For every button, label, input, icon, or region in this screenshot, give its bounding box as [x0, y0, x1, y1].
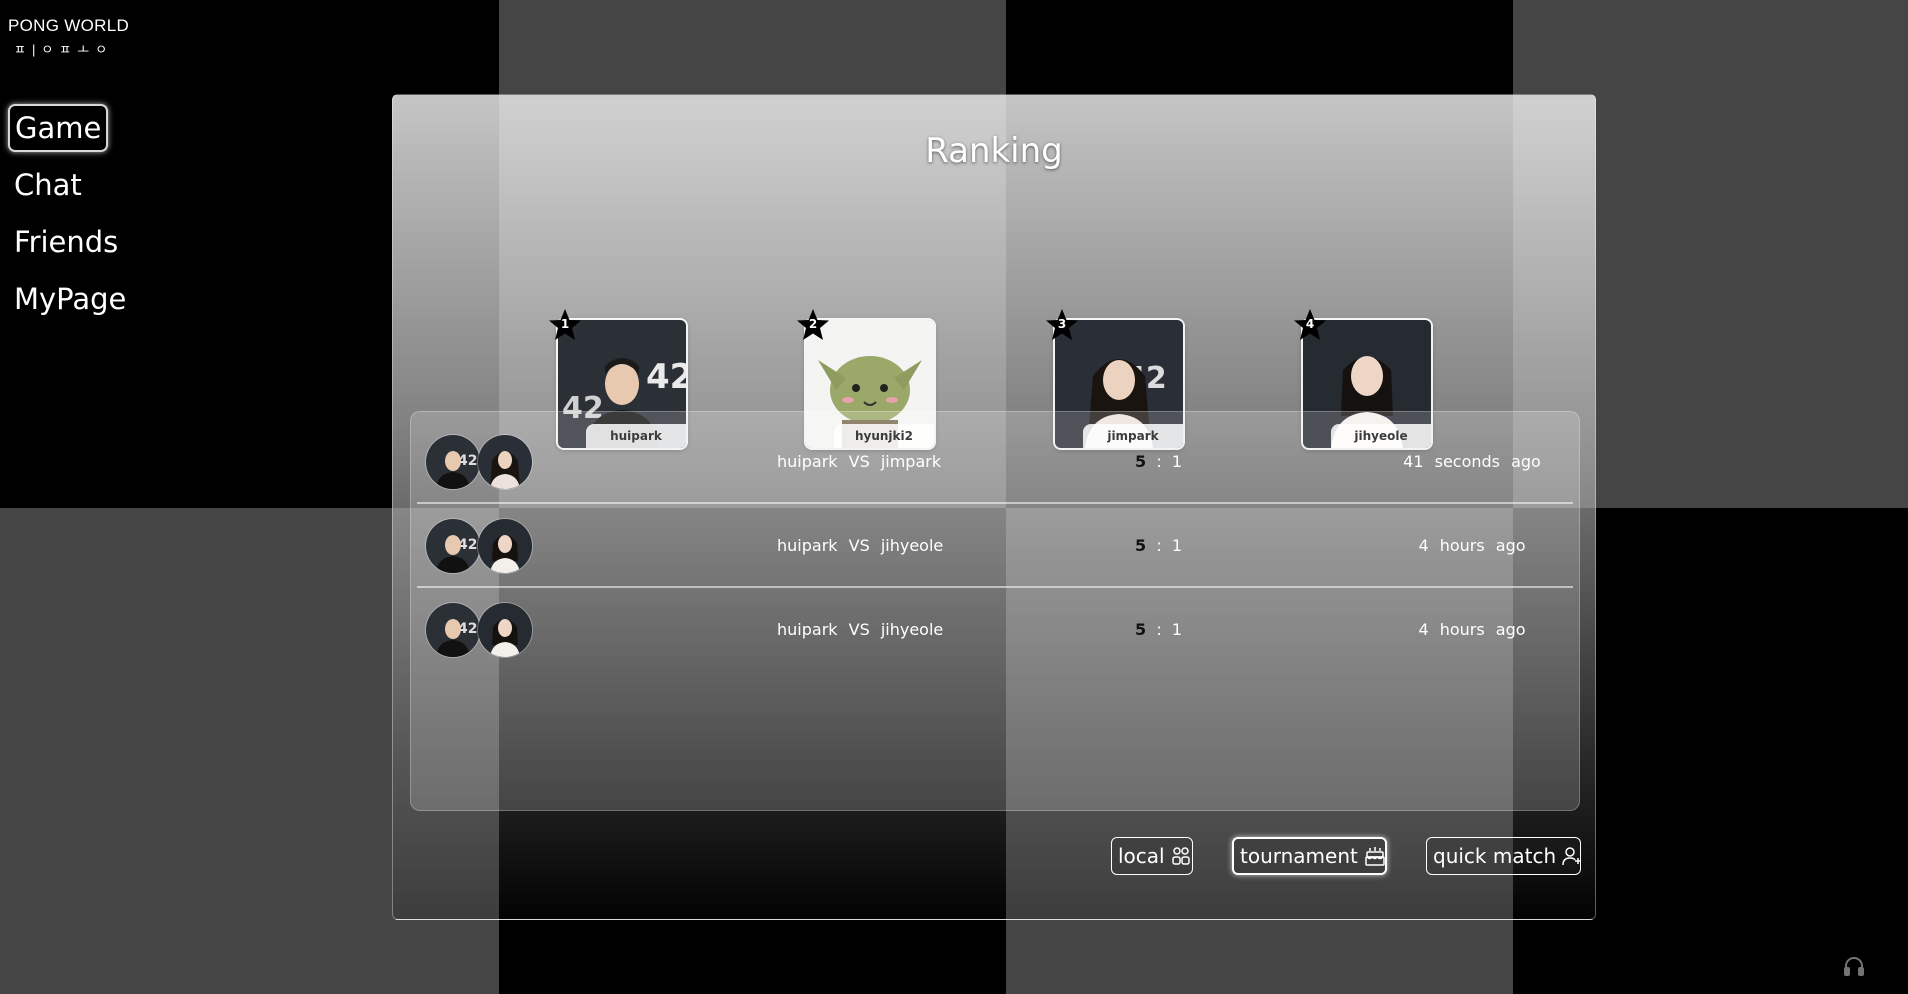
- score-winner: 5: [1135, 536, 1147, 555]
- player1-name: huipark: [777, 452, 838, 471]
- match-history-row[interactable]: 42 huipark VS jihyeole 5 : 1 4 hours ago: [417, 588, 1573, 670]
- vs-label: VS: [848, 620, 870, 639]
- match-time: 4 hours ago: [1418, 536, 1526, 555]
- match-avatars: 42: [425, 434, 535, 490]
- users-grid-icon: [1171, 847, 1190, 865]
- nav-item-game[interactable]: Game: [8, 104, 109, 152]
- player2-name: jihyeole: [880, 620, 944, 639]
- quick-match-button[interactable]: quick match: [1426, 837, 1582, 875]
- player2-name: jihyeole: [880, 536, 944, 555]
- match-players: huipark VS jihyeole: [777, 620, 943, 639]
- match-history-row[interactable]: 42 huipark VS jimpark 5 : 1 41 seconds a…: [417, 420, 1573, 504]
- match-score: 5 : 1: [1135, 620, 1182, 639]
- match-players: huipark VS jimpark: [777, 452, 941, 471]
- rank-star-icon: 3: [1045, 308, 1079, 342]
- avatar: [477, 434, 533, 490]
- match-history-row[interactable]: 42 huipark VS jihyeole 5 : 1 4 hours ago: [417, 504, 1573, 588]
- local-button-label: local: [1118, 843, 1165, 868]
- tournament-button-label: tournament: [1240, 843, 1358, 868]
- player1-name: huipark: [777, 536, 838, 555]
- score-winner: 5: [1135, 620, 1147, 639]
- headset-icon[interactable]: [1843, 955, 1865, 977]
- match-avatars: 42: [425, 602, 535, 658]
- avatar: 42: [425, 518, 481, 574]
- game-panel: Ranking 42 42 huipark hyunjki2 42 jimpar…: [392, 94, 1596, 920]
- rank-star-icon: 1: [548, 308, 582, 342]
- nav-item-chat[interactable]: Chat: [8, 161, 88, 209]
- avatar: 42: [425, 602, 481, 658]
- vs-label: VS: [848, 536, 870, 555]
- main-nav: Game Chat Friends MyPage: [8, 104, 132, 332]
- rank-number: 1: [560, 317, 570, 331]
- score-separator: :: [1156, 620, 1162, 639]
- tournament-button[interactable]: tournament: [1232, 837, 1387, 875]
- match-history-list: 42 huipark VS jimpark 5 : 1 41 seconds a…: [410, 411, 1580, 811]
- nav-item-friends[interactable]: Friends: [8, 218, 124, 266]
- rank-star-icon: 2: [796, 308, 830, 342]
- score-loser: 1: [1171, 620, 1183, 639]
- avatar: [477, 518, 533, 574]
- avatar: [477, 602, 533, 658]
- match-time: 41 seconds ago: [1403, 452, 1541, 471]
- score-separator: :: [1156, 536, 1162, 555]
- avatar: 42: [425, 434, 481, 490]
- cake-icon: [1365, 847, 1385, 866]
- svg-text:42: 42: [646, 357, 686, 397]
- rank-number: 3: [1057, 317, 1067, 331]
- player1-name: huipark: [777, 620, 838, 639]
- logo-title: PONG WORLD: [8, 16, 130, 35]
- rank-star-icon: 4: [1293, 308, 1327, 342]
- vs-label: VS: [848, 452, 870, 471]
- score-loser: 1: [1171, 536, 1183, 555]
- rank-number: 2: [808, 317, 818, 331]
- match-time: 4 hours ago: [1418, 620, 1526, 639]
- match-players: huipark VS jihyeole: [777, 536, 943, 555]
- score-loser: 1: [1171, 452, 1183, 471]
- ranking-title: Ranking: [925, 131, 1063, 171]
- player2-name: jimpark: [880, 452, 942, 471]
- local-button[interactable]: local: [1111, 837, 1193, 875]
- match-score: 5 : 1: [1135, 536, 1182, 555]
- rank-number: 4: [1305, 317, 1315, 331]
- match-score: 5 : 1: [1135, 452, 1182, 471]
- user-plus-icon: [1562, 847, 1582, 866]
- quick-match-button-label: quick match: [1433, 843, 1557, 868]
- score-separator: :: [1156, 452, 1162, 471]
- nav-item-mypage[interactable]: MyPage: [8, 275, 132, 323]
- match-avatars: 42: [425, 518, 535, 574]
- app-logo[interactable]: PONG WORLD ㅍ|ㅇㅍㅗㅇ: [8, 16, 129, 58]
- score-winner: 5: [1135, 452, 1147, 471]
- ranking-podium: 42 42 huipark hyunjki2 42 jimpark jihyeo…: [393, 225, 1595, 448]
- logo-subtitle: ㅍ|ㅇㅍㅗㅇ: [14, 42, 114, 57]
